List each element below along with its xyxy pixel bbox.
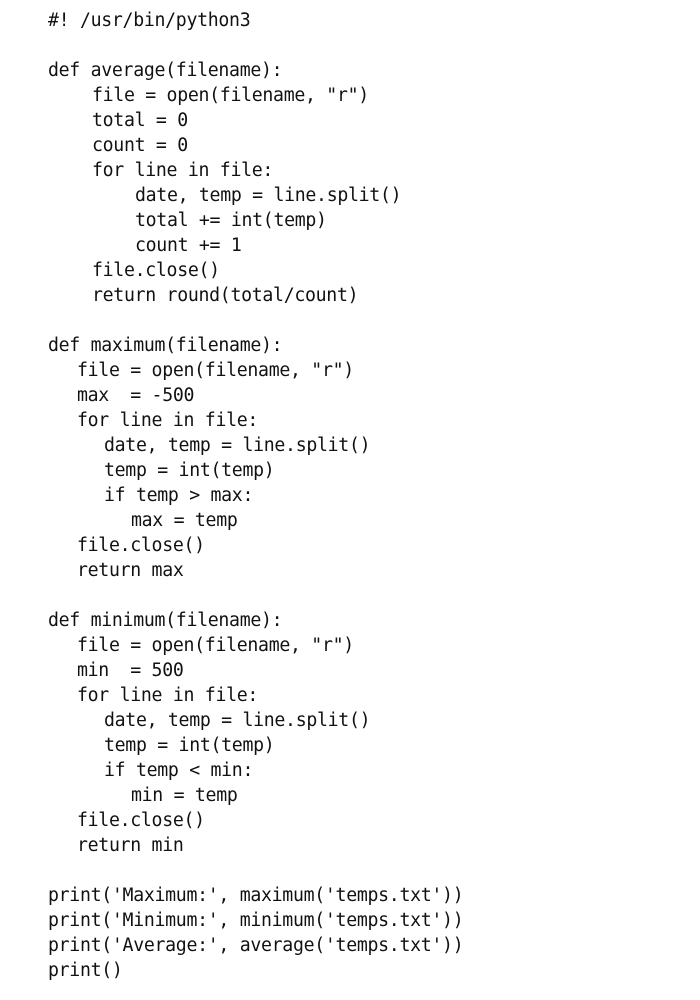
code-line: return round(total/count) [92, 285, 359, 306]
code-line: def minimum(filename): [48, 610, 283, 631]
code-line: min = temp [131, 785, 238, 806]
code-line: print('Minimum:', minimum('temps.txt')) [48, 910, 464, 931]
code-line: file = open(filename, "r") [77, 360, 354, 381]
code-line: max = temp [131, 510, 238, 531]
code-line: if temp > max: [104, 485, 254, 506]
code-line: file.close() [92, 260, 220, 281]
code-line: min = 500 [77, 660, 184, 681]
code-line: temp = int(temp) [104, 460, 275, 481]
code-line: print() [48, 960, 123, 981]
code-line: def average(filename): [48, 60, 283, 81]
code-line: count = 0 [92, 135, 188, 156]
code-line: for line in file: [77, 410, 259, 431]
code-line: if temp < min: [104, 760, 254, 781]
code-line: total += int(temp) [135, 210, 327, 231]
code-line: file = open(filename, "r") [77, 635, 354, 656]
code-line: return max [77, 560, 184, 581]
code-line: #! /usr/bin/python3 [48, 10, 251, 31]
code-line: count += 1 [135, 235, 242, 256]
code-line: return min [77, 835, 184, 856]
code-line: file.close() [77, 535, 205, 556]
code-listing: #! /usr/bin/python3 def average(filename)… [48, 8, 464, 983]
code-line: file.close() [77, 810, 205, 831]
code-line: for line in file: [92, 160, 274, 181]
code-line: date, temp = line.split() [135, 185, 402, 206]
code-line: temp = int(temp) [104, 735, 275, 756]
code-line: date, temp = line.split() [104, 710, 371, 731]
code-line: print('Maximum:', maximum('temps.txt')) [48, 885, 464, 906]
code-line: total = 0 [92, 110, 188, 131]
code-line: def maximum(filename): [48, 335, 283, 356]
code-line: date, temp = line.split() [104, 435, 371, 456]
code-line: print('Average:', average('temps.txt')) [48, 935, 464, 956]
code-line: max = -500 [77, 385, 195, 406]
code-line: file = open(filename, "r") [92, 85, 369, 106]
code-line: for line in file: [77, 685, 259, 706]
